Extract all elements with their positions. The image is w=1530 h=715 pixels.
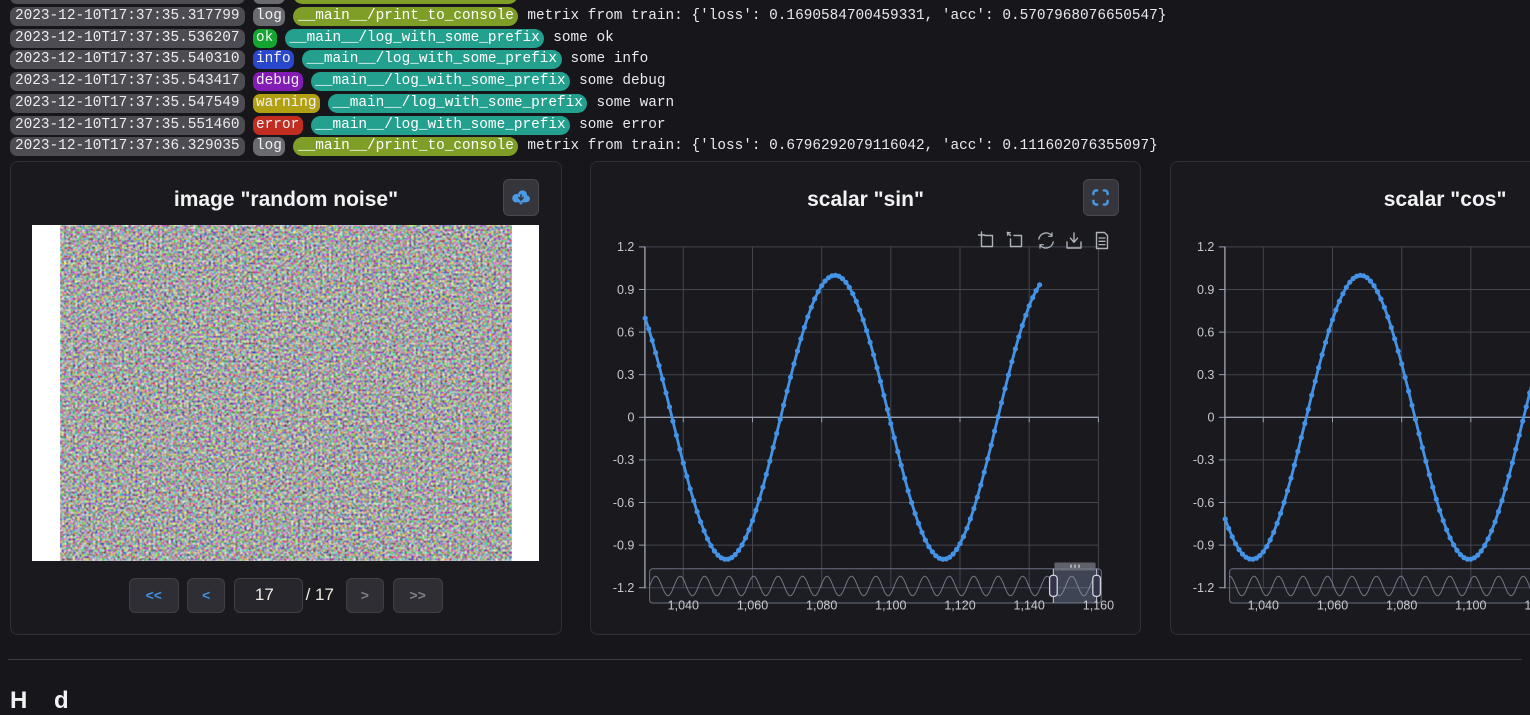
svg-text:1.2: 1.2 bbox=[617, 240, 634, 254]
svg-text:1,040: 1,040 bbox=[1247, 599, 1278, 613]
svg-text:-1.2: -1.2 bbox=[613, 581, 635, 595]
svg-text:0.6: 0.6 bbox=[617, 325, 634, 339]
svg-text:1,060: 1,060 bbox=[737, 599, 768, 613]
svg-text:-0.6: -0.6 bbox=[613, 496, 635, 510]
svg-text:1,100: 1,100 bbox=[1455, 599, 1486, 613]
svg-text:1,120: 1,120 bbox=[1524, 599, 1530, 613]
svg-text:0.9: 0.9 bbox=[1197, 283, 1214, 297]
svg-text:0.6: 0.6 bbox=[1197, 325, 1214, 339]
svg-text:1,140: 1,140 bbox=[1014, 599, 1045, 613]
svg-text:0.3: 0.3 bbox=[617, 368, 634, 382]
svg-text:0: 0 bbox=[627, 411, 634, 425]
svg-text:-0.9: -0.9 bbox=[1192, 538, 1214, 552]
svg-text:1,160: 1,160 bbox=[1083, 599, 1114, 613]
svg-text:0.9: 0.9 bbox=[617, 283, 634, 297]
svg-text:1,120: 1,120 bbox=[944, 599, 975, 613]
svg-text:1,100: 1,100 bbox=[875, 599, 906, 613]
svg-text:1,060: 1,060 bbox=[1316, 599, 1347, 613]
svg-text:-0.3: -0.3 bbox=[613, 453, 635, 467]
svg-text:-0.6: -0.6 bbox=[1192, 496, 1214, 510]
svg-text:1,080: 1,080 bbox=[1386, 599, 1417, 613]
svg-text:0: 0 bbox=[1207, 411, 1214, 425]
svg-text:-0.3: -0.3 bbox=[1192, 453, 1214, 467]
svg-text:1,040: 1,040 bbox=[668, 599, 699, 613]
svg-text:-0.9: -0.9 bbox=[613, 538, 635, 552]
svg-text:0.3: 0.3 bbox=[1197, 368, 1214, 382]
svg-text:1.2: 1.2 bbox=[1197, 240, 1214, 254]
svg-text:-1.2: -1.2 bbox=[1192, 581, 1214, 595]
svg-text:1,080: 1,080 bbox=[806, 599, 837, 613]
